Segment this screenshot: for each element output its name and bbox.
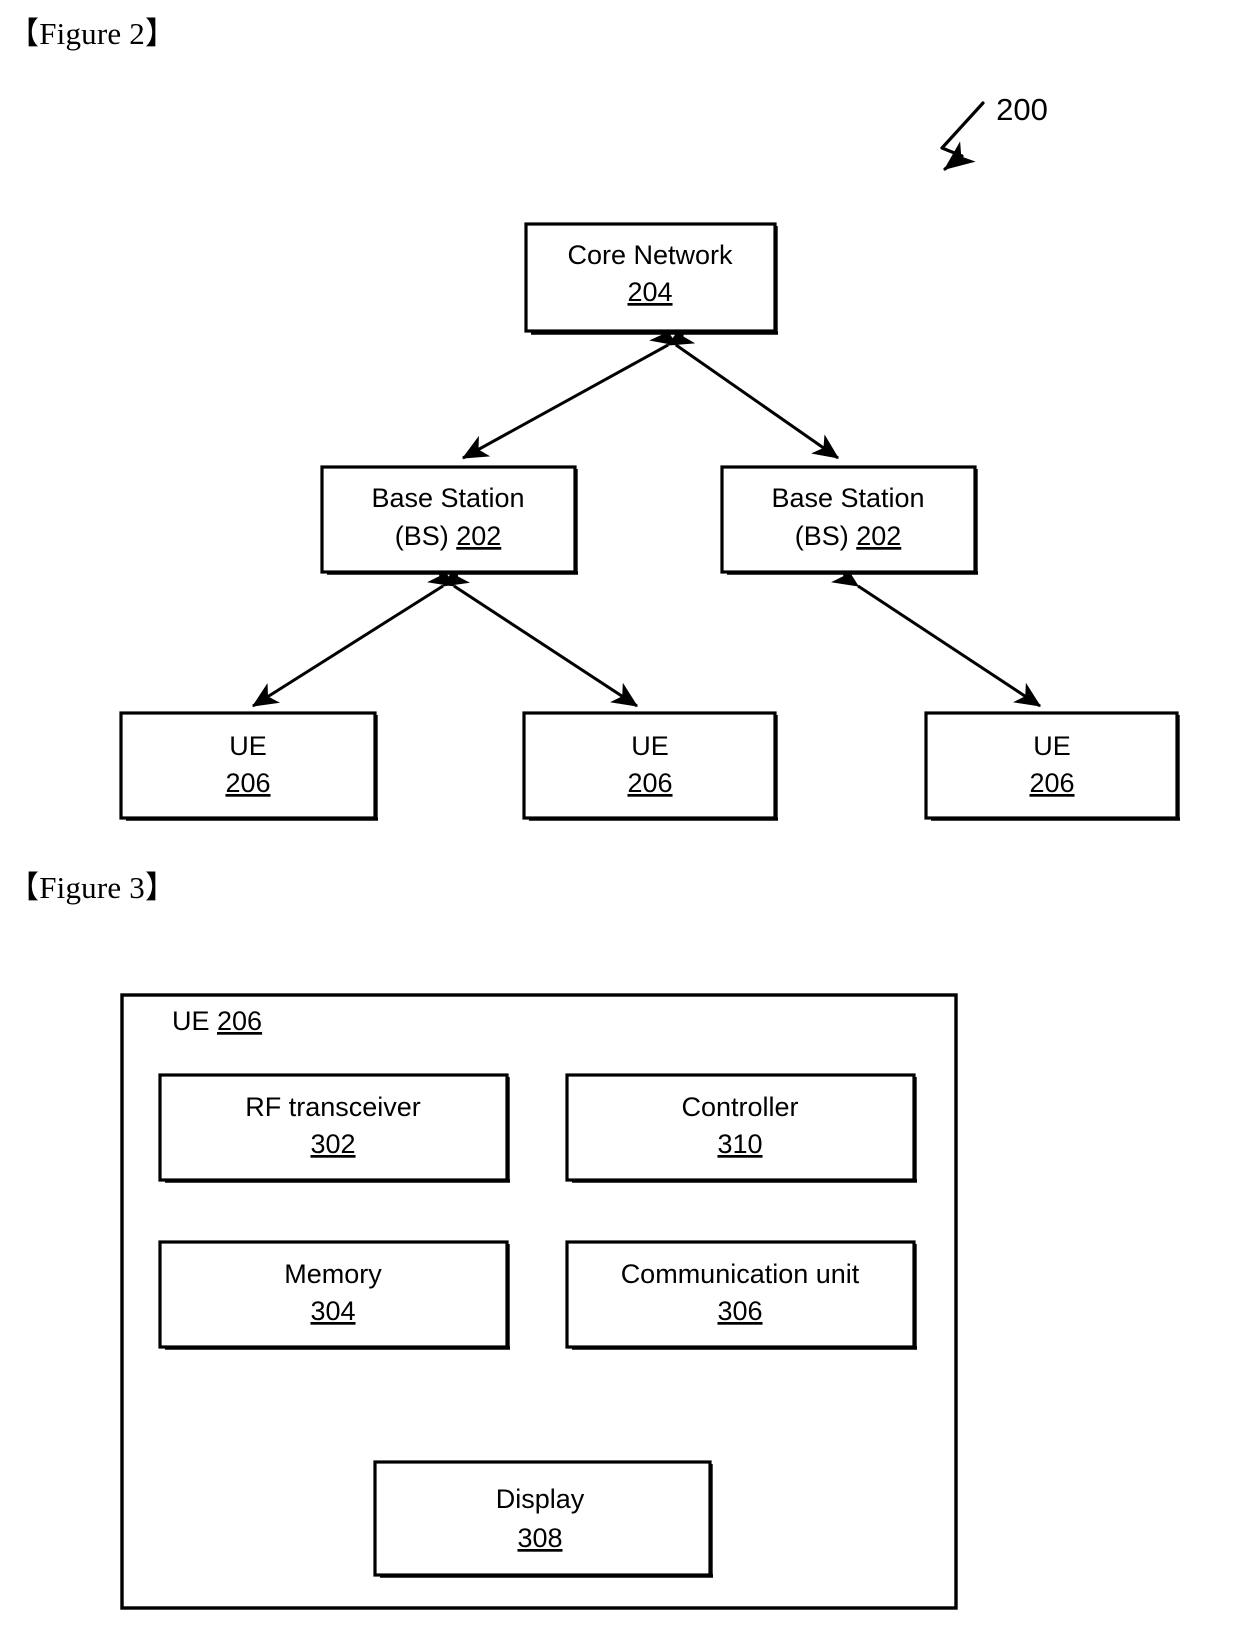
ue-right-node[interactable]: UE 206 — [924, 711, 1180, 821]
connection-bs-left-to-ue-left — [251, 562, 471, 708]
ue-container-title: UE — [172, 1006, 217, 1036]
rf-transceiver-ref: 302 — [310, 1129, 355, 1159]
display-title: Display — [496, 1484, 585, 1514]
ue-left-title: UE — [229, 731, 267, 761]
core-network-ref: 204 — [627, 277, 672, 307]
base-station-left-ref: 202 — [456, 521, 501, 551]
connection-bs-left-to-ue-middle — [427, 562, 639, 708]
controller-ref: 310 — [717, 1129, 762, 1159]
base-station-right-ref: 202 — [856, 521, 901, 551]
ue-middle-title: UE — [631, 731, 669, 761]
ue-middle-ref: 206 — [627, 768, 672, 798]
base-station-left-line2: (BS) 202 — [395, 521, 502, 551]
ue-container-ref: 206 — [217, 1006, 262, 1036]
connection-core-to-bs-right — [649, 321, 839, 460]
system-reference-lead — [940, 101, 985, 171]
ue-left-ref: 206 — [225, 768, 270, 798]
component-memory[interactable]: Memory 304 — [158, 1240, 510, 1350]
base-station-right-line2: (BS) 202 — [795, 521, 902, 551]
controller-title: Controller — [681, 1092, 798, 1122]
base-station-right-title: Base Station — [771, 483, 924, 513]
memory-title: Memory — [284, 1259, 382, 1289]
figure-2-diagram: 200 Core Network 204 Base Station (BS) 2… — [0, 0, 1240, 860]
communication-unit-title: Communication unit — [621, 1259, 860, 1289]
ue-right-ref: 206 — [1029, 768, 1074, 798]
connection-bs-right-to-ue-right — [831, 562, 1042, 708]
ue-middle-node[interactable]: UE 206 — [522, 711, 778, 821]
base-station-right-prefix: (BS) — [795, 521, 857, 551]
ue-left-node[interactable]: UE 206 — [119, 711, 378, 821]
rf-transceiver-title: RF transceiver — [245, 1092, 421, 1122]
core-network-title: Core Network — [567, 240, 733, 270]
communication-unit-ref: 306 — [717, 1296, 762, 1326]
memory-ref: 304 — [310, 1296, 355, 1326]
display-ref: 308 — [517, 1523, 562, 1553]
figure-3-diagram: UE 206 RF transceiver 302 Controller 310… — [0, 930, 1240, 1628]
component-display[interactable]: Display 308 — [373, 1460, 713, 1578]
figure-3-label: 【Figure 3】 — [8, 870, 177, 905]
base-station-right-node[interactable]: Base Station (BS) 202 — [720, 465, 978, 575]
base-station-left-prefix: (BS) — [395, 521, 457, 551]
base-station-left-node[interactable]: Base Station (BS) 202 — [320, 465, 578, 575]
connection-core-to-bs-left — [461, 322, 696, 460]
system-reference-number: 200 — [996, 92, 1048, 127]
base-station-left-title: Base Station — [371, 483, 524, 513]
component-controller[interactable]: Controller 310 — [565, 1073, 917, 1183]
core-network-node[interactable]: Core Network 204 — [524, 222, 778, 335]
ue-right-title: UE — [1033, 731, 1071, 761]
ue-container-label: UE 206 — [172, 1006, 262, 1036]
component-communication-unit[interactable]: Communication unit 306 — [565, 1240, 917, 1350]
